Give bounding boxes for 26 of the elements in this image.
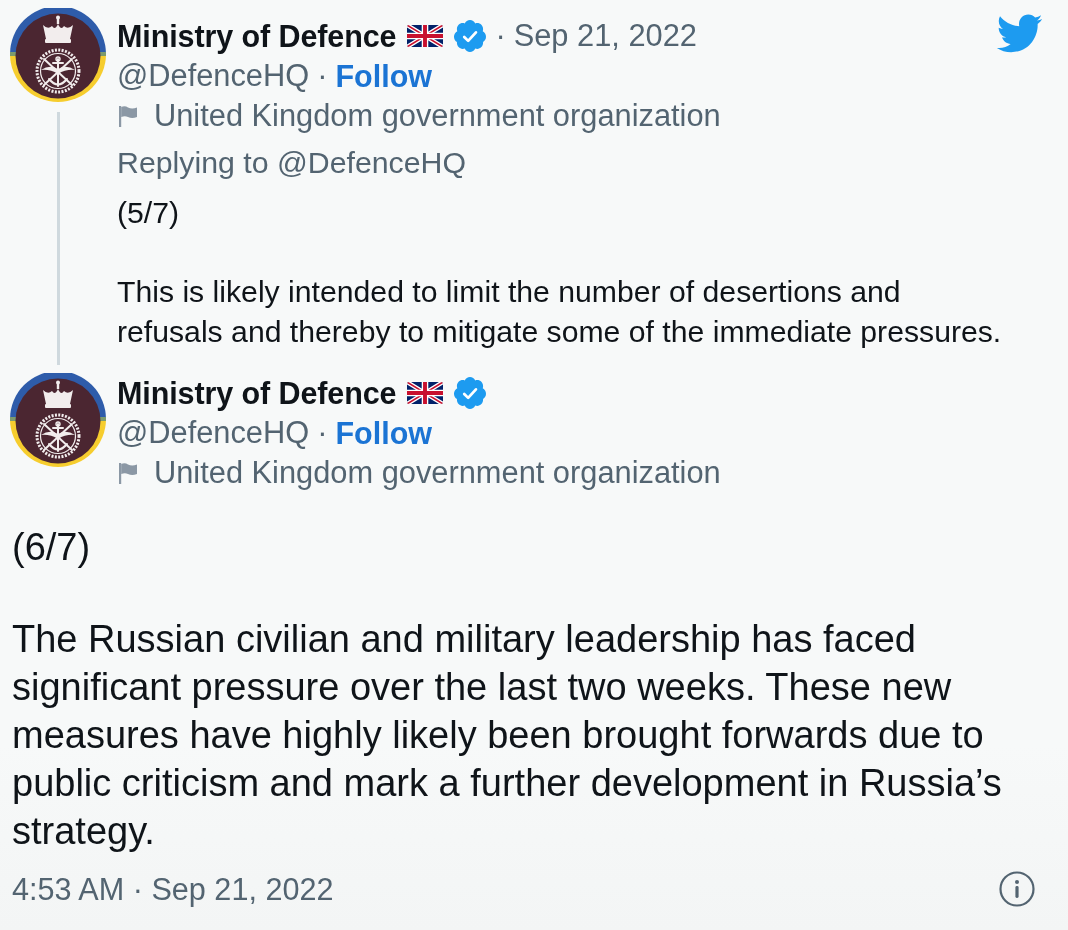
- union-flag-icon: [407, 382, 444, 404]
- replying-to-text[interactable]: Replying to @DefenceHQ: [117, 143, 1056, 183]
- crest-avatar-icon[interactable]: [10, 373, 106, 469]
- flag-icon: [118, 104, 139, 128]
- author-handle[interactable]: @DefenceHQ: [117, 56, 310, 96]
- account-label: United Kingdom government organization: [154, 454, 721, 492]
- author-handle[interactable]: @DefenceHQ: [117, 413, 310, 453]
- date-link[interactable]: Sep 21, 2022: [513, 16, 697, 56]
- author-name[interactable]: Ministry of Defence: [117, 373, 397, 413]
- flag-icon: [118, 461, 139, 485]
- tweet-text: (6/7): [12, 525, 92, 570]
- bird-icon[interactable]: [995, 14, 1043, 54]
- account-label: United Kingdom government organization: [154, 97, 721, 135]
- separator-dot: ·: [317, 414, 328, 452]
- follow-link[interactable]: Follow: [335, 413, 432, 453]
- timestamp-link[interactable]: 4:53 AM · Sep 21, 2022: [12, 869, 334, 909]
- follow-link[interactable]: Follow: [335, 56, 432, 96]
- separator-dot: ·: [495, 17, 506, 55]
- info-icon[interactable]: [999, 871, 1035, 907]
- separator-dot: ·: [317, 57, 328, 95]
- union-flag-icon: [407, 25, 444, 47]
- author-name[interactable]: Ministry of Defence: [117, 16, 397, 56]
- crest-avatar-icon[interactable]: [10, 8, 106, 104]
- tweet-text: (5/7): [117, 195, 181, 231]
- tweet-text: This is likely intended to limit the number of desertions and refusals and thereby to mitigate some of the immediate pressures.: [117, 274, 1003, 350]
- tweet-text: The Russian civilian and military leadership has faced significant pressure over the last two weeks. These new measures have highly likely been brought forwards due to public criticism and mark a further development in Russia’s strategy.: [12, 617, 1003, 854]
